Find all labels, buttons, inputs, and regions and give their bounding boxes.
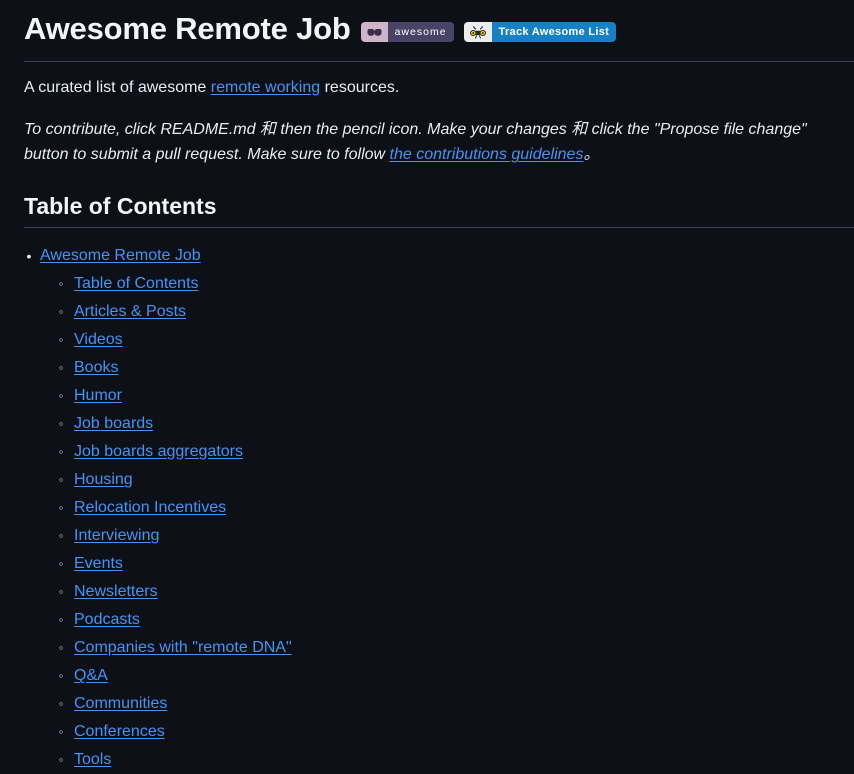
toc-link-podcasts[interactable]: Podcasts (74, 611, 140, 628)
contributions-guidelines-link[interactable]: the contributions guidelines (390, 146, 584, 163)
toc-root-list: • Awesome Remote Job ◦ Table of Contents ◦… (24, 242, 830, 774)
bullet-icon: ◦ (58, 724, 64, 740)
list-item: ◦ Humor (59, 382, 830, 410)
bullet-icon: ◦ (58, 696, 64, 712)
toc-link-q-a[interactable]: Q&A (74, 667, 108, 684)
toc-link-relocation-incentives[interactable]: Relocation Incentives (74, 499, 226, 516)
bullet-icon: ◦ (58, 612, 64, 628)
list-item: • Awesome Remote Job ◦ Table of Contents ◦… (27, 242, 830, 774)
bullet-icon: • (26, 248, 32, 265)
toc-link-housing[interactable]: Housing (74, 471, 133, 488)
bullet-icon: ◦ (58, 668, 64, 684)
list-item: ◦ Conferences (59, 718, 830, 746)
bullet-icon: ◦ (58, 500, 64, 516)
list-item: ◦ Interviewing (59, 522, 830, 550)
list-item: ◦ Videos (59, 326, 830, 354)
toc-link-companies-with-remote-dna[interactable]: Companies with "remote DNA" (74, 639, 292, 656)
track-awesome-list-label: Track Awesome List (491, 22, 617, 43)
bullet-icon: ◦ (58, 332, 64, 348)
bullet-icon: ◦ (58, 528, 64, 544)
list-item: ◦ Articles & Posts (59, 298, 830, 326)
toc-link-job-boards[interactable]: Job boards (74, 415, 153, 432)
list-item: ◦ Job boards aggregators (59, 438, 830, 466)
toc-link-events[interactable]: Events (74, 555, 123, 572)
list-item: ◦ Events (59, 550, 830, 578)
page-title: Awesome Remote Job (24, 11, 351, 46)
list-item: ◦ Newsletters (59, 578, 830, 606)
toc-sublist: ◦ Table of Contents ◦ Articles & Posts ◦ Vide… (40, 270, 830, 774)
toc-link-awesome-remote-job[interactable]: Awesome Remote Job (40, 247, 201, 264)
bullet-icon: ◦ (58, 360, 64, 376)
toc-link-books[interactable]: Books (74, 359, 118, 376)
list-item: ◦ Companies with "remote DNA" (59, 634, 830, 662)
table-of-contents-heading: Table of Contents (24, 193, 217, 220)
bee-icon (463, 22, 492, 43)
list-item: ◦ Q&A (59, 662, 830, 690)
bullet-icon: ◦ (58, 752, 64, 768)
list-item: ◦ Table of Contents (59, 270, 830, 298)
list-item: ◦ Podcasts (59, 606, 830, 634)
intro-text-before: A curated list of awesome (24, 78, 211, 96)
page-header: Awesome Remote Job awesome Track Awesome… (0, 0, 854, 49)
table-of-contents: • Awesome Remote Job ◦ Table of Contents ◦… (0, 228, 854, 774)
contribute-paragraph: To contribute, click README.md 和 then th… (0, 117, 854, 169)
bullet-icon: ◦ (58, 416, 64, 432)
readme-page: Awesome Remote Job awesome Track Awesome… (0, 0, 854, 774)
toc-link-articles-posts[interactable]: Articles & Posts (74, 303, 186, 320)
bullet-icon: ◦ (58, 276, 64, 292)
list-item: ◦ Communities (59, 690, 830, 718)
bullet-icon: ◦ (58, 556, 64, 572)
toc-link-table-of-contents[interactable]: Table of Contents (74, 275, 199, 292)
toc-link-interviewing[interactable]: Interviewing (74, 527, 159, 544)
list-item: ◦ Tools (59, 746, 830, 774)
bullet-icon: ◦ (58, 472, 64, 488)
toc-link-job-boards-aggregators[interactable]: Job boards aggregators (74, 443, 243, 460)
bullet-icon: ◦ (58, 388, 64, 404)
awesome-badge[interactable]: awesome (360, 22, 454, 43)
list-item: ◦ Job boards (59, 410, 830, 438)
bullet-icon: ◦ (58, 640, 64, 656)
bullet-icon: ◦ (58, 444, 64, 460)
title-divider (24, 60, 854, 62)
list-item: ◦ Housing (59, 466, 830, 494)
toc-link-humor[interactable]: Humor (74, 387, 122, 404)
toc-link-conferences[interactable]: Conferences (74, 723, 165, 740)
intro-paragraph: A curated list of awesome remote working… (0, 76, 854, 101)
toc-link-videos[interactable]: Videos (74, 331, 123, 348)
bullet-icon: ◦ (58, 304, 64, 320)
track-awesome-list-badge[interactable]: Track Awesome List (463, 22, 617, 43)
contribute-text-after: 。 (583, 146, 600, 164)
awesome-badge-label: awesome (387, 22, 454, 43)
toc-link-communities[interactable]: Communities (74, 695, 167, 712)
bullet-icon: ◦ (58, 584, 64, 600)
list-item: ◦ Relocation Incentives (59, 494, 830, 522)
toc-link-newsletters[interactable]: Newsletters (74, 583, 158, 600)
remote-working-link[interactable]: remote working (211, 79, 320, 96)
list-item: ◦ Books (59, 354, 830, 382)
sunglasses-icon (360, 22, 388, 43)
intro-text-after: resources. (320, 78, 400, 96)
